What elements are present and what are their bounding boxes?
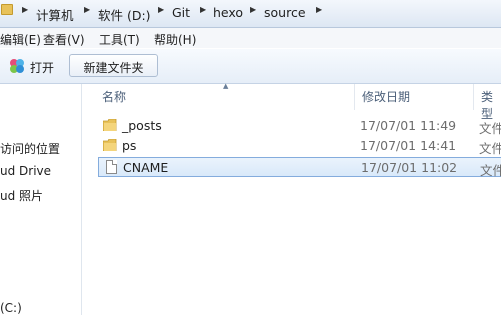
menu-help[interactable]: 帮助(H)	[154, 31, 196, 48]
breadcrumb-drive-d[interactable]: 软件 (D:)	[98, 5, 151, 24]
chevron-right-icon[interactable]: ▶	[84, 5, 90, 14]
breadcrumb-git[interactable]: Git	[172, 5, 190, 20]
file-type: 文件	[479, 141, 501, 156]
file-type: 文件	[480, 163, 501, 178]
chevron-right-icon[interactable]: ▶	[316, 5, 322, 14]
address-bar[interactable]: ▶ 计算机 ▶ 软件 (D:) ▶ Git ▶ hexo ▶ source ▶	[0, 0, 501, 28]
file-name: _posts	[122, 118, 162, 133]
file-date: 17/07/01 11:02	[361, 160, 458, 175]
file-date: 17/07/01 11:49	[360, 118, 457, 133]
menu-view[interactable]: 查看(V)	[43, 31, 85, 48]
nav-item-recent-places[interactable]: 访问的位置	[0, 140, 60, 157]
file-row[interactable]: _posts 17/07/01 11:49 文件	[98, 116, 501, 136]
breadcrumb-hexo[interactable]: hexo	[213, 5, 243, 20]
column-divider[interactable]	[354, 84, 355, 110]
new-folder-label: 新建文件夹	[83, 61, 144, 75]
chevron-right-icon[interactable]: ▶	[158, 5, 164, 14]
folder-icon	[103, 119, 117, 131]
file-type: 文件	[479, 121, 501, 136]
folder-icon	[103, 139, 117, 151]
file-date: 17/07/01 14:41	[360, 138, 457, 153]
nav-item-icloud-photos[interactable]: ud 照片	[0, 187, 43, 204]
chevron-right-icon[interactable]: ▶	[200, 5, 206, 14]
open-app-icon	[10, 59, 24, 73]
menu-tools[interactable]: 工具(T)	[99, 31, 140, 48]
chevron-right-icon[interactable]: ▶	[22, 5, 28, 14]
column-header-name[interactable]: 名称	[102, 88, 126, 105]
menu-bar: 编辑(E) 查看(V) 工具(T) 帮助(H)	[0, 28, 501, 48]
column-divider[interactable]	[473, 84, 474, 110]
column-header-date[interactable]: 修改日期	[362, 88, 410, 105]
file-row[interactable]: ps 17/07/01 14:41 文件	[98, 136, 501, 156]
nav-item-icloud-drive[interactable]: ud Drive	[0, 164, 51, 178]
sort-ascending-icon: ▲	[223, 82, 229, 90]
file-name: ps	[122, 138, 137, 153]
breadcrumb-computer[interactable]: 计算机	[36, 5, 74, 24]
file-list: ▲ 名称 修改日期 类型 _posts 17/07/01 11:49 文件 ps…	[82, 82, 501, 315]
nav-item-drive-c[interactable]: (C:)	[0, 301, 22, 315]
navigation-pane: 访问的位置 ud Drive ud 照片 (C:)	[0, 84, 82, 315]
chevron-right-icon[interactable]: ▶	[250, 5, 256, 14]
open-button-label: 打开	[30, 61, 55, 75]
breadcrumb-source[interactable]: source	[264, 5, 306, 20]
file-row-selected[interactable]: CNAME 17/07/01 11:02 文件	[98, 157, 501, 178]
file-name: CNAME	[123, 160, 169, 175]
open-button[interactable]: 打开	[6, 55, 61, 77]
file-icon	[106, 160, 117, 174]
new-folder-button[interactable]: 新建文件夹	[69, 54, 158, 77]
toolbar: 打开 新建文件夹	[0, 49, 501, 84]
folder-icon	[1, 4, 13, 15]
menu-edit[interactable]: 编辑(E)	[0, 31, 41, 48]
